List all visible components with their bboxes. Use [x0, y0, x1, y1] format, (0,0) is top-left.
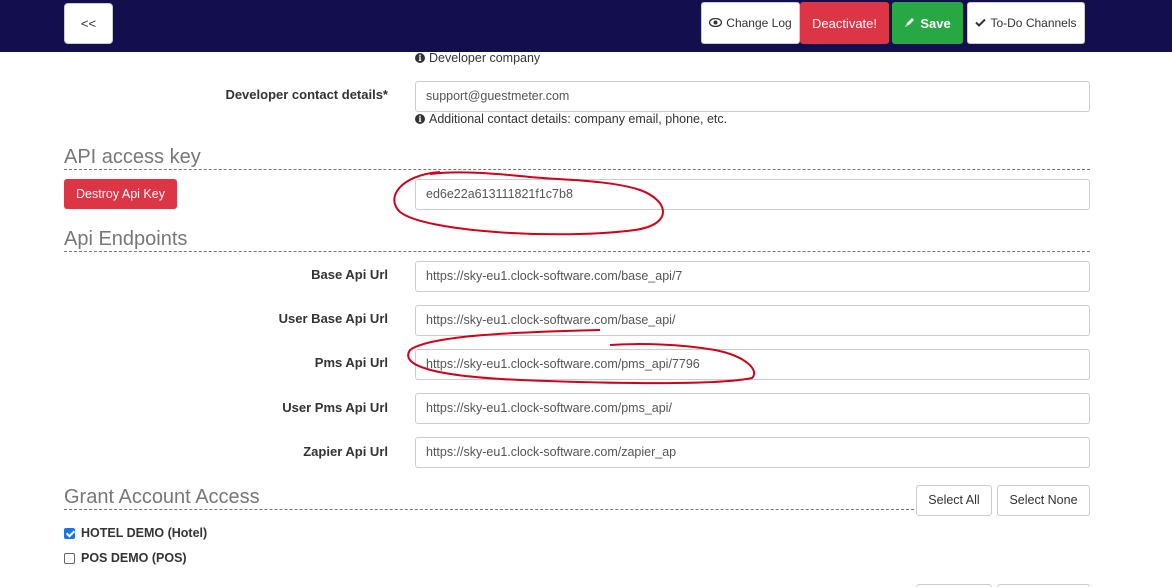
developer-contact-field[interactable]: support@guestmeter.com — [415, 81, 1090, 112]
base-api-url-field[interactable]: https://sky-eu1.clock-software.com/base_… — [415, 261, 1090, 292]
zapier-api-url-label: Zapier Api Url — [303, 444, 388, 459]
back-button[interactable]: << — [64, 3, 113, 44]
deactivate-button[interactable]: Deactivate! — [800, 2, 889, 44]
save-label: Save — [920, 15, 951, 31]
api-key-field[interactable]: ed6e22a613111821f1c7b8 — [415, 179, 1090, 210]
top-toolbar: << Change Log Deactivate! Save To-Do Cha… — [0, 0, 1172, 52]
base-api-url-label: Base Api Url — [311, 267, 388, 282]
change-log-button[interactable]: Change Log — [701, 2, 800, 44]
checkbox-unchecked[interactable] — [64, 552, 75, 564]
section-divider — [64, 509, 914, 510]
user-pms-api-url-label: User Pms Api Url — [282, 400, 388, 415]
account-checkbox-row[interactable]: POS DEMO (POS) — [64, 551, 187, 565]
destroy-api-key-button[interactable]: Destroy Api Key — [64, 179, 177, 209]
pms-api-url-label: Pms Api Url — [314, 355, 388, 370]
deactivate-label: Deactivate! — [811, 15, 878, 31]
todo-channels-label: To-Do Channels — [990, 16, 1077, 30]
info-circle-icon: i — [415, 53, 425, 63]
account-checkbox-row[interactable]: HOTEL DEMO (Hotel) — [64, 526, 207, 540]
developer-contact-label: Developer contact details* — [225, 87, 388, 102]
user-base-api-url-field[interactable]: https://sky-eu1.clock-software.com/base_… — [415, 305, 1090, 336]
api-access-key-heading: API access key — [64, 146, 201, 168]
pms-api-url-field[interactable]: https://sky-eu1.clock-software.com/pms_a… — [415, 349, 1090, 380]
api-endpoints-heading: Api Endpoints — [64, 228, 188, 250]
grant-account-access-heading: Grant Account Access — [64, 486, 260, 508]
developer-company-help-text: Developer company — [429, 51, 541, 65]
developer-company-help: i Developer company — [415, 51, 540, 65]
eye-icon — [709, 17, 723, 29]
check-icon — [975, 17, 987, 29]
info-circle-icon: i — [415, 114, 425, 124]
select-all-button[interactable]: Select All — [916, 485, 992, 516]
developer-contact-help: i Additional contact details: company em… — [415, 112, 727, 126]
user-pms-api-url-field[interactable]: https://sky-eu1.clock-software.com/pms_a… — [415, 393, 1090, 424]
select-none-button[interactable]: Select None — [997, 485, 1090, 516]
user-base-api-url-label: User Base Api Url — [278, 311, 388, 326]
checkbox-checked[interactable] — [64, 527, 75, 539]
pencil-icon — [904, 16, 916, 30]
save-button[interactable]: Save — [892, 2, 963, 44]
account-label: POS DEMO (POS) — [81, 551, 187, 565]
developer-contact-help-text: Additional contact details: company emai… — [429, 112, 728, 126]
change-log-label: Change Log — [726, 16, 792, 30]
zapier-api-url-field[interactable]: https://sky-eu1.clock-software.com/zapie… — [415, 437, 1090, 468]
section-divider — [64, 251, 1090, 252]
section-divider — [64, 169, 1090, 170]
account-label: HOTEL DEMO (Hotel) — [81, 526, 208, 540]
todo-channels-button[interactable]: To-Do Channels — [967, 2, 1085, 44]
